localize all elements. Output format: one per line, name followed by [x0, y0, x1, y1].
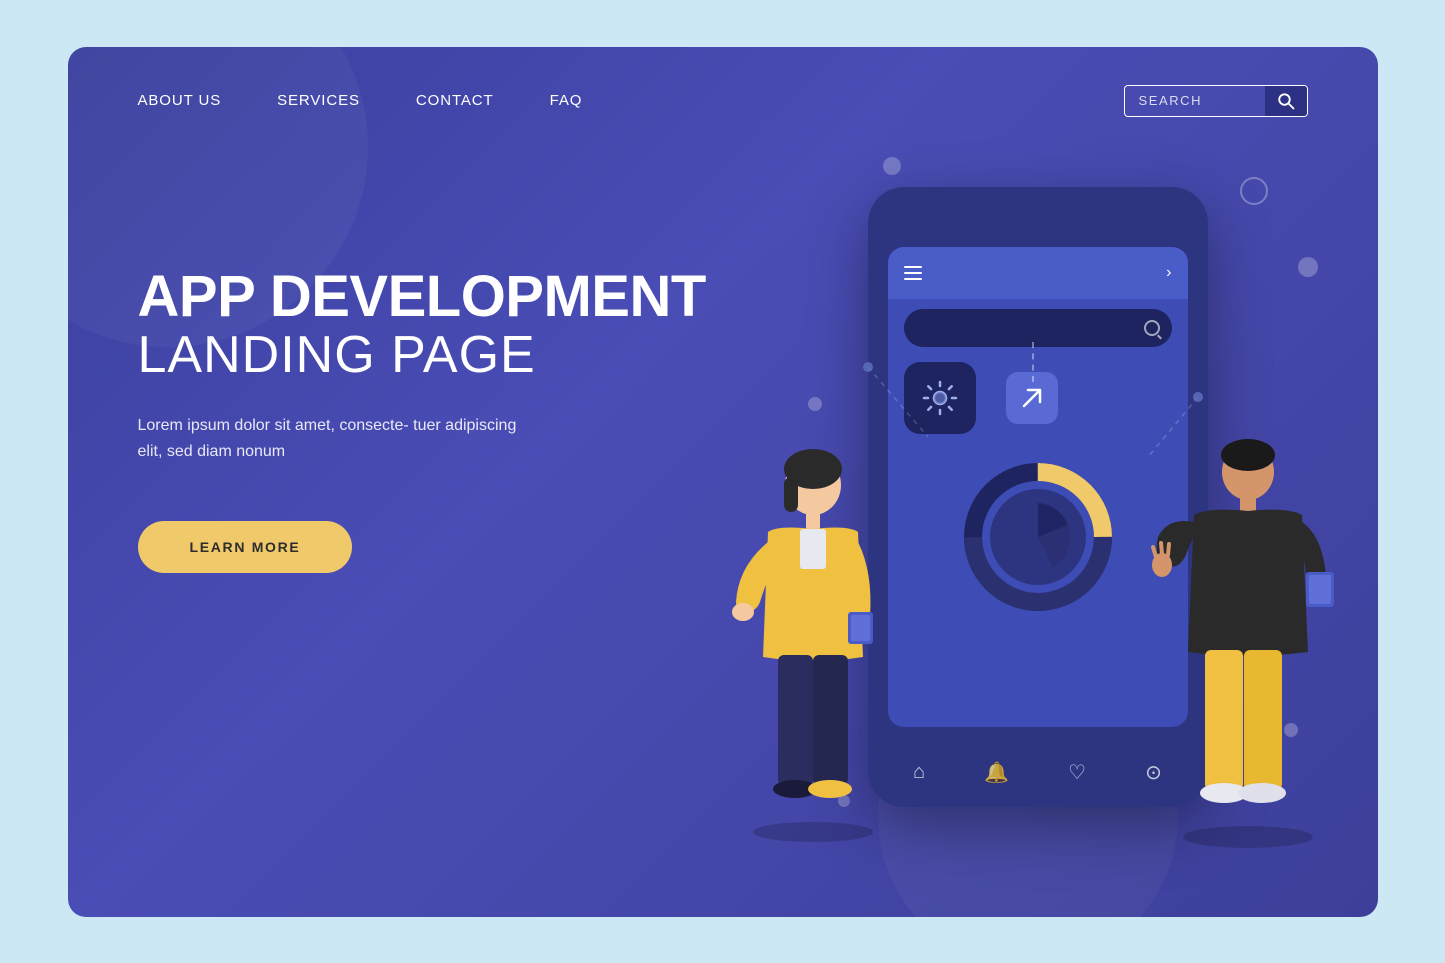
arrow-svg — [1018, 384, 1046, 412]
landing-page: ABOUT US SERVICES CONTACT FAQ APP DEVELO… — [68, 47, 1378, 917]
heart-icon: ♡ — [1068, 760, 1086, 785]
hero-description: Lorem ipsum dolor sit amet, consecte- tu… — [138, 413, 518, 466]
search-icon — [1277, 92, 1295, 110]
arrow-app-group — [1006, 372, 1058, 424]
dashed-line-vertical — [1032, 342, 1034, 382]
hero-section: APP DEVELOPMENT LANDING PAGE Lorem ipsum… — [138, 267, 706, 574]
deco-dot-1 — [883, 157, 901, 175]
gear-app-icon — [904, 362, 976, 434]
search-input[interactable] — [1125, 87, 1265, 114]
phone-illustration: › — [708, 127, 1348, 887]
search-bar — [1124, 85, 1308, 117]
hero-title-bold: APP DEVELOPMENT — [138, 267, 706, 328]
phone-screen: › — [888, 247, 1188, 727]
phone-apps — [904, 362, 1058, 434]
donut-chart-svg — [958, 457, 1118, 617]
phone-search-bar — [904, 309, 1172, 347]
chevron-right-icon: › — [1166, 264, 1171, 282]
nav-faq[interactable]: FAQ — [550, 92, 583, 109]
hero-title-light: LANDING PAGE — [138, 327, 706, 384]
learn-more-button[interactable]: LEARN MORE — [138, 521, 353, 573]
woman-figure — [718, 417, 908, 857]
phone-topbar: › — [888, 247, 1188, 299]
nav-about-us[interactable]: ABOUT US — [138, 92, 222, 109]
deco-dot-3 — [1298, 257, 1318, 277]
phone-search-icon — [1144, 320, 1160, 336]
donut-chart — [958, 457, 1118, 622]
search-button[interactable] — [1265, 86, 1307, 116]
nav-links: ABOUT US SERVICES CONTACT FAQ — [138, 92, 583, 109]
navigation: ABOUT US SERVICES CONTACT FAQ — [68, 47, 1378, 117]
home-icon: ⌂ — [913, 761, 925, 784]
hamburger-icon — [904, 266, 922, 280]
man-figure — [1148, 407, 1348, 867]
deco-dot-2 — [808, 397, 822, 411]
nav-services[interactable]: SERVICES — [277, 92, 360, 109]
gear-svg — [918, 376, 962, 420]
bell-icon: 🔔 — [984, 760, 1009, 785]
deco-dot-outline-1 — [1240, 177, 1268, 205]
nav-contact[interactable]: CONTACT — [416, 92, 494, 109]
